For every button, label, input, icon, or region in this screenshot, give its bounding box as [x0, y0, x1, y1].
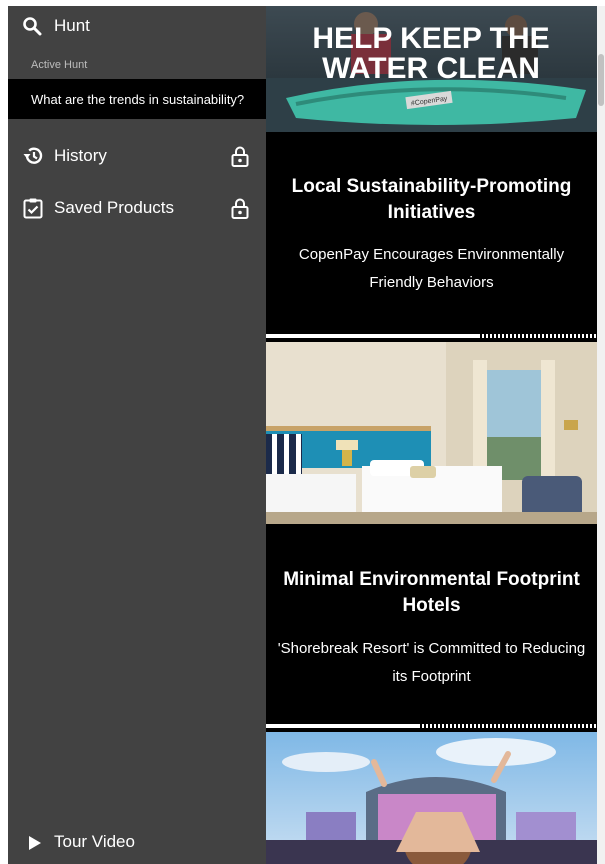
- feed-scrollbar[interactable]: [597, 6, 605, 864]
- nav-history[interactable]: History: [8, 139, 266, 173]
- lock-icon: [231, 198, 249, 219]
- nav-history-label: History: [54, 146, 107, 165]
- trend-card[interactable]: Minimal Environmental Footprint Hotels '…: [266, 338, 597, 728]
- card-image-kayak: #CopenPay HELP KEEP THE WATER CLEAN: [266, 6, 597, 132]
- card-subtitle: CopenPay Encourages Environmentally Frie…: [298, 246, 565, 291]
- active-hunt-heading: Active Hunt: [31, 59, 88, 71]
- history-icon: [23, 147, 43, 164]
- trend-card[interactable]: #CopenPay HELP KEEP THE WATER CLEAN Loca…: [266, 6, 597, 338]
- nav-saved-products-label: Saved Products: [54, 198, 175, 217]
- clipboard-check-icon: [23, 198, 43, 219]
- search-icon: [23, 17, 42, 36]
- card-title: Local Sustainability-Promoting Initiativ…: [291, 176, 572, 223]
- nav-hunt[interactable]: Hunt: [8, 6, 266, 46]
- active-hunt-item[interactable]: What are the trends in sustainability?: [8, 79, 266, 119]
- play-icon: [29, 836, 41, 850]
- nav-tour-video-label: Tour Video: [54, 832, 135, 851]
- lock-icon: [231, 146, 249, 167]
- nav-tour-video[interactable]: Tour Video: [8, 826, 266, 860]
- sidebar: Hunt Active Hunt What are the trends in …: [8, 6, 266, 864]
- card-title: Minimal Environmental Footprint Hotels: [283, 569, 580, 616]
- card-image-hotel-room: [266, 342, 597, 524]
- trend-card[interactable]: [266, 728, 597, 864]
- nav-saved-products[interactable]: Saved Products: [8, 191, 266, 225]
- image-caption-line-2: WATER CLEAN: [322, 52, 540, 85]
- nav-hunt-label: Hunt: [54, 16, 90, 35]
- active-hunt-query: What are the trends in sustainability?: [31, 91, 245, 107]
- trend-feed[interactable]: #CopenPay HELP KEEP THE WATER CLEAN Loca…: [266, 6, 597, 864]
- card-image-festival: [266, 732, 597, 864]
- card-subtitle: 'Shorebreak Resort' is Committed to Redu…: [277, 640, 586, 685]
- scrollbar-thumb[interactable]: [598, 54, 604, 106]
- image-caption-line-1: HELP KEEP THE: [312, 22, 549, 55]
